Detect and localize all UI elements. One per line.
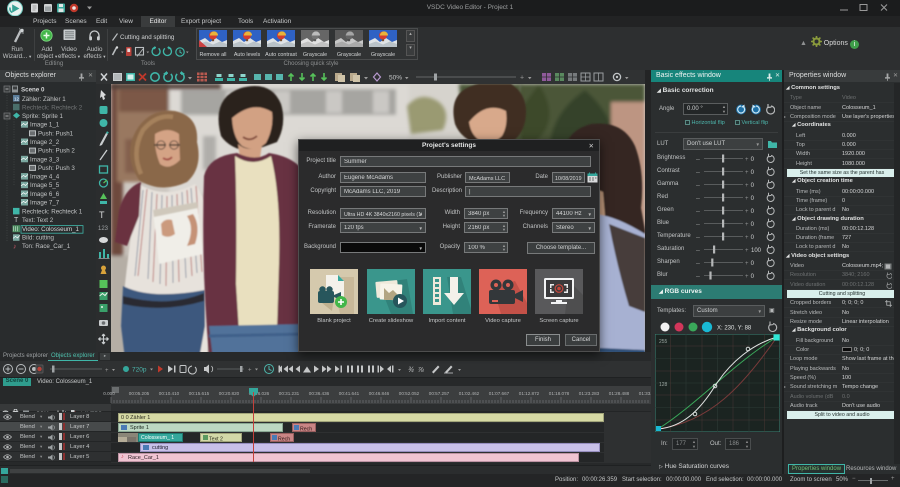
- svg-text:0: 0: [751, 235, 755, 241]
- svg-text:Push: Push 2: Push: Push 2: [38, 148, 75, 155]
- svg-text:Bild: cutting: Bild: cutting: [22, 234, 55, 241]
- svg-text:–: –: [696, 182, 700, 189]
- svg-text:Image 3_3: Image 3_3: [30, 156, 60, 163]
- svg-text:128: 128: [659, 382, 668, 388]
- svg-text:–: –: [696, 273, 700, 280]
- svg-text:–: –: [696, 221, 700, 228]
- svg-text:01:23.283: 01:23.283: [579, 391, 600, 396]
- svg-text:01:33.693: 01:33.693: [639, 391, 651, 396]
- svg-text:Auto contrast: Auto contrast: [265, 52, 297, 58]
- svg-text:50%: 50%: [389, 75, 402, 82]
- svg-text:00:10.410: 00:10.410: [159, 391, 180, 396]
- svg-text:Image 6_6: Image 6_6: [30, 191, 60, 198]
- svg-text:01:28.488: 01:28.488: [609, 391, 630, 396]
- svg-text:00:57.257: 00:57.257: [429, 391, 450, 396]
- svg-text:0: 0: [751, 183, 755, 189]
- svg-text:0: 0: [751, 157, 755, 163]
- svg-text:+: +: [745, 261, 749, 267]
- svg-text:00:36.436: 00:36.436: [309, 391, 330, 396]
- svg-text:01:02.462: 01:02.462: [459, 391, 480, 396]
- svg-text:Image 1_1: Image 1_1: [30, 122, 60, 129]
- svg-text:Grayscale: Grayscale: [337, 52, 361, 58]
- svg-text:¾: ¾: [408, 367, 414, 374]
- svg-text:Ton: Race_Car_1: Ton: Race_Car_1: [22, 243, 71, 250]
- svg-text:–: –: [696, 247, 700, 254]
- svg-text:T: T: [99, 210, 105, 220]
- svg-text:123: 123: [98, 226, 109, 232]
- svg-text:–: –: [696, 169, 700, 176]
- svg-text:+: +: [745, 170, 749, 176]
- svg-text:Sprite: Sprite 1: Sprite: Sprite 1: [22, 113, 63, 120]
- svg-text:Grayscale: Grayscale: [371, 52, 395, 58]
- svg-text:–: –: [696, 208, 700, 215]
- svg-text:Auto levels: Auto levels: [234, 52, 261, 58]
- svg-text:01:12.872: 01:12.872: [519, 391, 540, 396]
- svg-text:+: +: [745, 274, 749, 280]
- svg-text:00:31.231: 00:31.231: [279, 391, 300, 396]
- svg-text:Grayscale: Grayscale: [303, 52, 327, 58]
- svg-text:0: 0: [751, 170, 755, 176]
- svg-text:–: –: [696, 195, 700, 202]
- svg-text:0: 0: [751, 196, 755, 202]
- svg-text:0: 0: [751, 261, 755, 267]
- svg-text:0.000: 0.000: [103, 391, 115, 396]
- svg-text:+: +: [745, 157, 749, 163]
- svg-text:Scene 0: Scene 0: [21, 87, 45, 94]
- svg-text:♪: ♪: [13, 243, 17, 250]
- svg-text:00:15.615: 00:15.615: [189, 391, 210, 396]
- svg-text:–: –: [696, 260, 700, 267]
- svg-text:+: +: [745, 222, 749, 228]
- svg-text:0: 0: [751, 274, 755, 280]
- svg-text:+: +: [745, 196, 749, 202]
- svg-text:Image 2_2: Image 2_2: [30, 139, 60, 146]
- svg-text:X: 230, Y: 88: X: 230, Y: 88: [717, 326, 752, 332]
- svg-text:Zähler: Zähler 1: Zähler: Zähler 1: [22, 96, 66, 103]
- svg-text:Push: Push1: Push: Push1: [38, 130, 74, 137]
- svg-text:100: 100: [751, 248, 762, 254]
- svg-text:00:41.641: 00:41.641: [339, 391, 360, 396]
- svg-text:+: +: [745, 183, 749, 189]
- svg-text:+: +: [745, 248, 749, 254]
- svg-text:T: T: [14, 217, 19, 224]
- svg-text:01:18.078: 01:18.078: [549, 391, 570, 396]
- svg-text:Rechteck: Rechteck 1: Rechteck: Rechteck 1: [22, 208, 83, 215]
- svg-text:0: 0: [751, 222, 755, 228]
- svg-text:255: 255: [659, 339, 668, 345]
- svg-text:+: +: [520, 75, 524, 82]
- svg-text:Text: Text 2: Text: Text 2: [22, 217, 54, 224]
- svg-text:+: +: [248, 368, 252, 374]
- svg-text:0: 0: [751, 209, 755, 215]
- svg-text:00:20.820: 00:20.820: [219, 391, 240, 396]
- svg-text:Push: Push 3: Push: Push 3: [38, 165, 75, 172]
- svg-text:720p: 720p: [132, 367, 147, 374]
- svg-text:⅞: ⅞: [418, 367, 424, 374]
- svg-text:00:52.052: 00:52.052: [399, 391, 420, 396]
- svg-text:Image 4_4: Image 4_4: [30, 174, 60, 181]
- svg-text:–: –: [696, 156, 700, 163]
- svg-text:–: –: [696, 234, 700, 241]
- svg-text:+: +: [105, 368, 109, 374]
- svg-text:Remove all: Remove all: [200, 52, 227, 58]
- svg-text:+: +: [745, 235, 749, 241]
- svg-text:+: +: [745, 209, 749, 215]
- svg-text:Rechteck: Rechteck 2: Rechteck: Rechteck 2: [22, 104, 83, 111]
- svg-text:Image 7_7: Image 7_7: [30, 200, 60, 207]
- svg-text:Video: Colosseum_1: Video: Colosseum_1: [22, 226, 80, 233]
- svg-text:00:46.846: 00:46.846: [369, 391, 390, 396]
- svg-text:01:07.667: 01:07.667: [489, 391, 510, 396]
- svg-text:Image 5_5: Image 5_5: [30, 182, 60, 189]
- svg-text:00:05.205: 00:05.205: [129, 391, 150, 396]
- svg-text:12: 12: [14, 96, 20, 101]
